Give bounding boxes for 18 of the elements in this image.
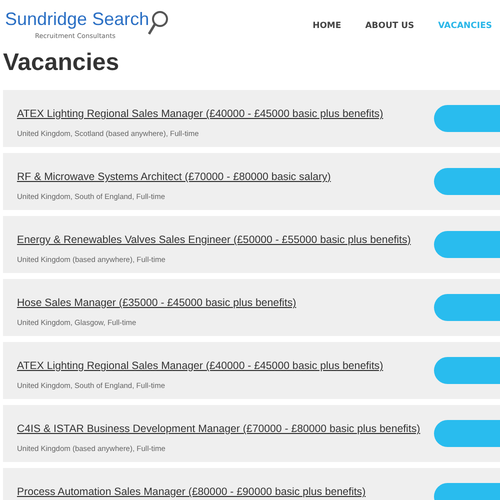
apply-button[interactable] bbox=[434, 294, 500, 321]
apply-button[interactable] bbox=[434, 168, 500, 195]
apply-button[interactable] bbox=[434, 231, 500, 258]
apply-button[interactable] bbox=[434, 105, 500, 132]
vacancy-title-link[interactable]: C4IS & ISTAR Business Development Manager (£70000 - £80000 basic plus benefits) bbox=[17, 422, 420, 438]
apply-button[interactable] bbox=[434, 420, 500, 447]
vacancy-title-link[interactable]: Process Automation Sales Manager (£80000 - £90000 basic plus benefits) bbox=[17, 485, 366, 500]
page-title: Vacancies bbox=[3, 48, 120, 78]
vacancy-title-link[interactable]: ATEX Lighting Regional Sales Manager (£40000 - £45000 basic plus benefits) bbox=[17, 107, 384, 123]
magnifier-icon bbox=[147, 10, 170, 36]
logo-text[interactable]: Sundridge Search bbox=[5, 9, 150, 29]
vacancy-title-link[interactable]: ATEX Lighting Regional Sales Manager (£40000 - £45000 basic plus benefits) bbox=[17, 359, 384, 375]
nav-link[interactable]: ABOUT US bbox=[365, 20, 414, 44]
nav-link[interactable]: HOME bbox=[312, 20, 342, 44]
vacancy-title-link[interactable]: RF & Microwave Systems Architect (£70000 - £80000 basic salary) bbox=[17, 170, 331, 186]
vacancy-title-link[interactable]: Energy & Renewables Valves Sales Engineer (£50000 - £55000 basic plus benefits) bbox=[17, 233, 411, 249]
vacancy-title-link[interactable]: Hose Sales Manager (£35000 - £45000 basic plus benefits) bbox=[17, 296, 296, 312]
apply-button[interactable] bbox=[434, 357, 500, 384]
